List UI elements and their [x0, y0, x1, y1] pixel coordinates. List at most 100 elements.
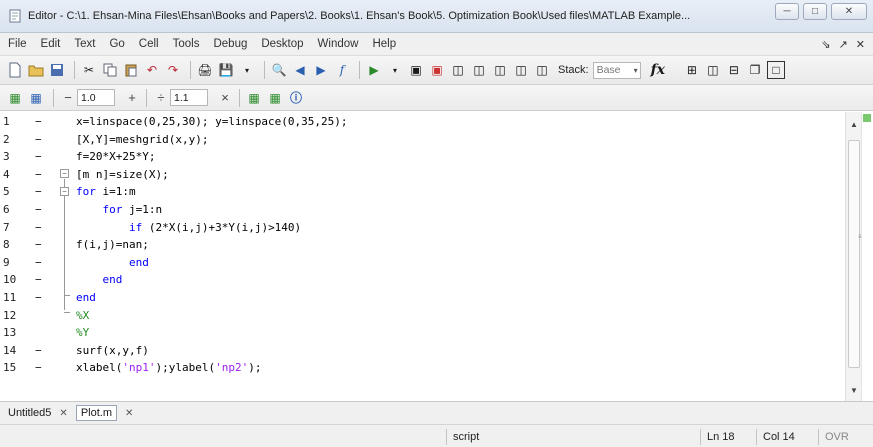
save-icon[interactable]	[48, 61, 66, 79]
new-file-icon[interactable]	[6, 61, 24, 79]
vertical-scrollbar[interactable]: ▲ ≡ ▼	[845, 112, 863, 401]
executable-line-marker[interactable]: −	[35, 203, 42, 216]
line-number: 8	[3, 238, 10, 252]
close-button[interactable]: ✕	[831, 3, 867, 20]
executable-line-marker[interactable]: −	[35, 256, 42, 269]
cut-icon[interactable]: ✂	[80, 61, 98, 79]
code-line[interactable]: f(i,j)=nan;	[76, 238, 873, 251]
evaluate-advance-icon[interactable]: ▦	[266, 89, 284, 107]
code-line[interactable]: for j=1:n	[76, 203, 873, 216]
float-window-icon[interactable]: ❐	[746, 61, 764, 79]
code-line[interactable]: if (2*X(i,j)+3*Y(i,j)>140)	[76, 221, 873, 234]
multiply-button[interactable]: ×	[216, 90, 234, 105]
cell-mode-icon[interactable]: ▦	[6, 89, 24, 107]
menu-text[interactable]: Text	[67, 38, 102, 50]
menu-tools[interactable]: Tools	[166, 38, 207, 50]
continue-icon[interactable]: ◫	[512, 61, 530, 79]
split-vertical-icon[interactable]: ◫	[704, 61, 722, 79]
menu-go[interactable]: Go	[102, 38, 131, 50]
divide-value-input[interactable]: 1.1	[170, 89, 208, 106]
dock-icon[interactable]: ↗	[839, 38, 848, 51]
maximize-button[interactable]: □	[803, 3, 827, 20]
close-icon[interactable]: ✕	[125, 408, 133, 419]
decrement-button[interactable]: −	[59, 90, 77, 105]
undo-icon[interactable]: ↶	[143, 61, 161, 79]
scroll-down-icon[interactable]: ▼	[850, 386, 858, 395]
redo-icon[interactable]: ↷	[164, 61, 182, 79]
step-out-icon[interactable]: ◫	[491, 61, 509, 79]
divide-button[interactable]: ÷	[152, 90, 170, 105]
print-icon[interactable]: 🖨	[196, 61, 214, 79]
tab-untitled5[interactable]: Untitled5 ✕	[8, 407, 68, 419]
copy-icon[interactable]	[101, 61, 119, 79]
menu-cell[interactable]: Cell	[132, 38, 166, 50]
code-line[interactable]: [X,Y]=meshgrid(x,y);	[76, 133, 873, 146]
menu-desktop[interactable]: Desktop	[254, 38, 310, 50]
code-line[interactable]: end	[76, 273, 873, 286]
code-line[interactable]: f=20*X+25*Y;	[76, 150, 873, 163]
back-arrow-icon[interactable]: ◀	[291, 61, 309, 79]
menu-window[interactable]: Window	[311, 38, 366, 50]
dropdown-arrow-icon[interactable]: ▾	[238, 61, 256, 79]
scroll-thumb[interactable]	[848, 140, 860, 368]
menu-help[interactable]: Help	[365, 38, 403, 50]
exit-debug-icon[interactable]: ◫	[533, 61, 551, 79]
code-line[interactable]: surf(x,y,f)	[76, 344, 873, 357]
tab-plot-m[interactable]: Plot.m ✕	[75, 405, 133, 421]
code-editor[interactable]: 1 − 2 − 3 − 4 − 5 − 6 − 7 − 8 − 9 − 10 − 11 − 12 13 14 − 15 − x=lin…	[0, 112, 873, 401]
code-line[interactable]: end	[76, 291, 873, 304]
find-icon[interactable]: 🔍	[270, 61, 288, 79]
minimize-button[interactable]: ─	[775, 3, 799, 20]
function-browser-icon[interactable]: f	[333, 61, 351, 79]
executable-line-marker[interactable]: −	[35, 291, 42, 304]
menu-debug[interactable]: Debug	[206, 38, 254, 50]
tile-layout-icon[interactable]: ⊞	[683, 61, 701, 79]
code-line[interactable]: [m n]=size(X);	[76, 168, 873, 181]
code-line[interactable]: x=linspace(0,25,30); y=linspace(0,35,25)…	[76, 115, 873, 128]
open-file-icon[interactable]	[27, 61, 45, 79]
undock-icon[interactable]: ⇘	[821, 38, 830, 51]
evaluate-cell-icon[interactable]: ▦	[245, 89, 263, 107]
executable-line-marker[interactable]: −	[35, 185, 42, 198]
step-in-icon[interactable]: ◫	[470, 61, 488, 79]
code-line[interactable]: for i=1:m	[76, 185, 873, 198]
executable-line-marker[interactable]: −	[35, 238, 42, 251]
split-horizontal-icon[interactable]: ⊟	[725, 61, 743, 79]
save-workspace-icon[interactable]: 💾	[217, 61, 235, 79]
paste-icon[interactable]	[122, 61, 140, 79]
stack-select[interactable]: Base ▾	[592, 61, 641, 79]
step-icon[interactable]: ◫	[449, 61, 467, 79]
fold-toggle-icon[interactable]: −	[60, 169, 69, 178]
run-icon[interactable]: ▶	[365, 61, 383, 79]
executable-line-marker[interactable]: −	[35, 150, 42, 163]
increment-button[interactable]: +	[123, 90, 141, 105]
executable-line-marker[interactable]: −	[35, 273, 42, 286]
menu-edit[interactable]: Edit	[34, 38, 68, 50]
executable-line-marker[interactable]: −	[35, 133, 42, 146]
file-type-status: script	[446, 429, 700, 445]
fx-icon[interactable]: fx	[651, 62, 665, 78]
forward-arrow-icon[interactable]: ▶	[312, 61, 330, 79]
decrement-value-input[interactable]: 1.0	[77, 89, 115, 106]
cell-eval-icon[interactable]: ▦	[27, 89, 45, 107]
run-dropdown-icon[interactable]: ▾	[386, 61, 404, 79]
executable-line-marker[interactable]: −	[35, 221, 42, 234]
set-breakpoint-icon[interactable]: ▣	[407, 61, 425, 79]
maximize-doc-icon[interactable]: □	[766, 61, 785, 79]
scroll-up-icon[interactable]: ▲	[850, 120, 858, 129]
fold-toggle-icon[interactable]: −	[60, 187, 69, 196]
close-document-icon[interactable]: ✕	[856, 38, 865, 51]
menu-file[interactable]: File	[0, 38, 34, 50]
line-number: 15	[3, 361, 17, 375]
code-line[interactable]: end	[76, 256, 873, 269]
code-line[interactable]: %X	[76, 309, 873, 322]
code-line[interactable]: xlabel('np1');ylabel('np2');	[76, 361, 873, 374]
code-line[interactable]: %Y	[76, 326, 873, 339]
executable-line-marker[interactable]: −	[35, 168, 42, 181]
info-icon[interactable]: ⓘ	[287, 89, 305, 107]
executable-line-marker[interactable]: −	[35, 344, 42, 357]
executable-line-marker[interactable]: −	[35, 115, 42, 128]
clear-breakpoints-icon[interactable]: ▣	[428, 61, 446, 79]
close-icon[interactable]: ✕	[59, 408, 67, 419]
executable-line-marker[interactable]: −	[35, 361, 42, 374]
